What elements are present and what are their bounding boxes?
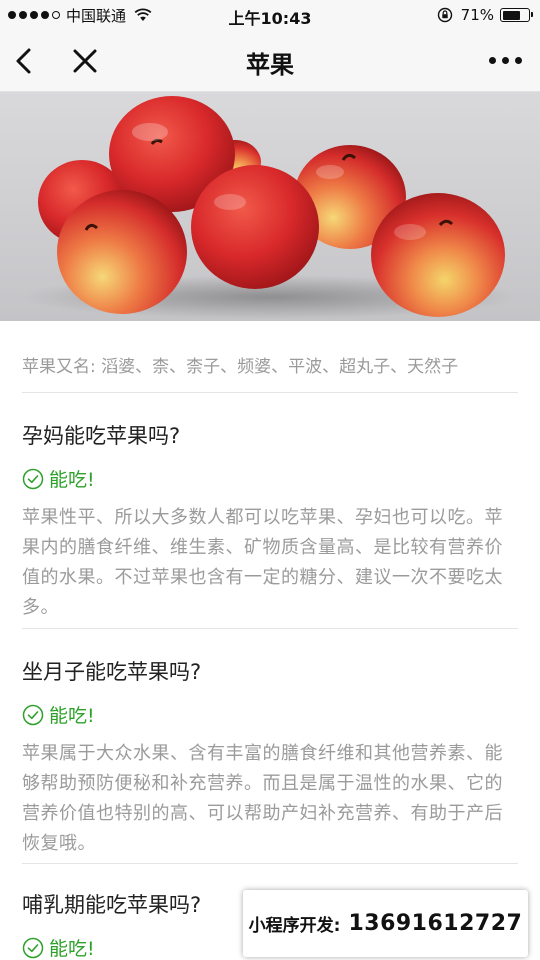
nav-bar: 苹果 bbox=[0, 30, 540, 92]
answer-row: 能吃! bbox=[22, 465, 518, 492]
status-right: 71% bbox=[437, 5, 533, 25]
dev-label: 小程序开发: bbox=[248, 916, 341, 936]
apple-hero-image bbox=[0, 92, 540, 321]
question-heading: 坐月子能吃苹果吗? bbox=[22, 660, 202, 684]
dev-phone: 13691612727 bbox=[348, 911, 523, 936]
answer-detail: 苹果性平、所以大多数人都可以吃苹果、孕妇也可以吃。苹果内的膳食纤维、维生素、矿物… bbox=[22, 507, 503, 618]
apple-aliases: 苹果又名: 滔婆、柰、柰子、频婆、平波、超丸子、天然子 bbox=[22, 321, 518, 393]
answer-text: 能吃! bbox=[49, 938, 95, 960]
check-circle-icon bbox=[22, 468, 44, 489]
check-circle-icon bbox=[22, 704, 44, 725]
more-dots-icon[interactable] bbox=[489, 57, 522, 64]
answer-row: 能吃! bbox=[22, 701, 518, 728]
answer-text: 能吃! bbox=[49, 705, 95, 727]
answer-text: 能吃! bbox=[49, 469, 95, 491]
content: 苹果又名: 滔婆、柰、柰子、频婆、平波、超丸子、天然子 孕妈能吃苹果吗? 能吃!… bbox=[22, 321, 518, 960]
status-bar: 中国联通 上午10:43 71% bbox=[0, 0, 540, 30]
page-title: 苹果 bbox=[246, 51, 294, 79]
question-heading: 孕妈能吃苹果吗? bbox=[22, 424, 181, 448]
battery-percent: 71% bbox=[460, 6, 494, 24]
qa-postpartum: 坐月子能吃苹果吗? 能吃! 苹果属于大众水果、含有丰富的膳食纤维和其他营养素、能… bbox=[22, 629, 518, 864]
answer-detail: 苹果属于大众水果、含有丰富的膳食纤维和其他营养素、能够帮助预防便秘和补充营养。而… bbox=[22, 743, 503, 854]
battery-icon bbox=[500, 8, 533, 22]
developer-contact-badge[interactable]: 小程序开发: 13691612727 bbox=[243, 890, 528, 957]
check-circle-icon bbox=[22, 937, 44, 958]
qa-pregnancy: 孕妈能吃苹果吗? 能吃! 苹果性平、所以大多数人都可以吃苹果、孕妇也可以吃。苹果… bbox=[22, 393, 518, 629]
orientation-lock-icon bbox=[437, 7, 452, 23]
apples-illustration bbox=[20, 96, 520, 319]
